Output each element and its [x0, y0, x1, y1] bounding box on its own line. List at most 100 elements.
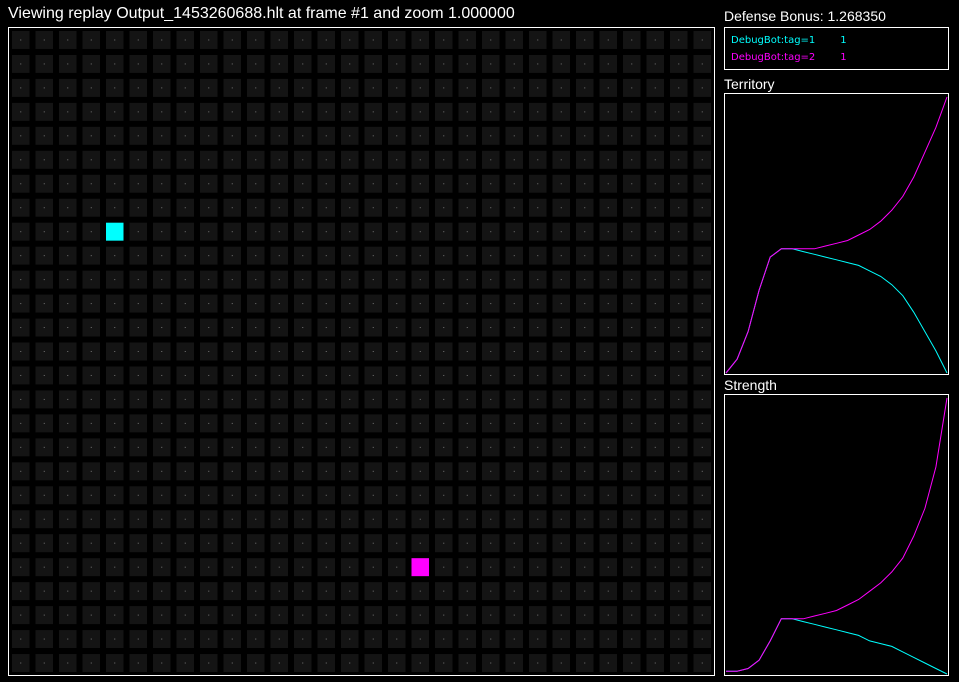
board-cell-dot	[372, 111, 374, 113]
board-cell-dot	[20, 327, 22, 329]
board-cell-dot	[302, 255, 304, 257]
board-cell-dot	[114, 135, 116, 137]
board-cell-dot	[208, 255, 210, 257]
board-cell-dot	[443, 518, 445, 520]
board-cell-dot	[654, 207, 656, 209]
board-cell-dot	[349, 494, 351, 496]
board-cell-dot	[372, 279, 374, 281]
player1-site[interactable]	[106, 222, 124, 241]
board-cell-dot	[466, 518, 468, 520]
board-cell-dot	[325, 183, 327, 185]
board-cell-dot	[90, 351, 92, 352]
board-cell-dot	[231, 590, 233, 592]
board-cell-dot	[325, 63, 327, 65]
board-cell-dot	[302, 566, 304, 568]
board-cell-dot	[490, 590, 492, 592]
board-cell-dot	[372, 183, 374, 185]
board-cell-dot	[137, 255, 139, 257]
game-board[interactable]	[8, 27, 715, 676]
board-cell-dot	[325, 662, 327, 664]
board-cell-dot	[349, 374, 351, 376]
board-cell-dot	[372, 303, 374, 305]
board-cell-dot	[184, 39, 186, 41]
board-cell-dot	[325, 446, 327, 448]
board-cell-dot	[67, 207, 69, 209]
board-cell-dot	[161, 351, 163, 352]
board-cell-dot	[607, 231, 609, 233]
board-cell-dot	[466, 494, 468, 496]
board-cell-dot	[137, 662, 139, 664]
board-cell-dot	[302, 351, 304, 352]
board-cell-dot	[137, 518, 139, 520]
board-cell-dot	[114, 614, 116, 616]
board-cell-dot	[255, 590, 257, 592]
board-cell-dot	[631, 255, 633, 257]
board-cell-dot	[349, 255, 351, 257]
board-cell-dot	[466, 662, 468, 664]
board-cell-dot	[584, 39, 586, 41]
board-cell-dot	[490, 542, 492, 544]
board-cell-dot	[466, 255, 468, 257]
board-cell-dot	[137, 542, 139, 544]
board-cell-dot	[631, 183, 633, 185]
territory-title: Territory	[724, 76, 775, 92]
board-cell-dot	[631, 638, 633, 640]
board-cell-dot	[466, 398, 468, 400]
board-cell-dot	[560, 422, 562, 424]
board-cell-dot	[67, 183, 69, 185]
board-cell-dot	[490, 207, 492, 209]
board-cell-dot	[372, 638, 374, 640]
board-cell-dot	[701, 207, 703, 209]
board-cell-dot	[90, 255, 92, 257]
board-cell-dot	[278, 470, 280, 472]
board-cell-dot	[302, 662, 304, 664]
board-cell-dot	[678, 255, 680, 257]
board-cell-dot	[607, 327, 609, 329]
board-cell-dot	[537, 135, 539, 137]
board-cell-dot	[302, 542, 304, 544]
board-cell-dot	[278, 303, 280, 305]
board-cell-dot	[184, 159, 186, 161]
board-cell-dot	[161, 470, 163, 472]
board-cell-dot	[20, 183, 22, 185]
board-cell-dot	[20, 231, 22, 233]
board-cell-dot	[631, 566, 633, 568]
board-cell-dot	[678, 446, 680, 448]
board-cell-dot	[43, 494, 45, 496]
board-cell-dot	[302, 446, 304, 448]
board-cell-dot	[584, 494, 586, 496]
board-cell-dot	[20, 303, 22, 305]
board-cell-dot	[137, 351, 139, 352]
board-cell-dot	[161, 303, 163, 305]
board-cell-dot	[278, 494, 280, 496]
board-cell-dot	[231, 422, 233, 424]
board-cell-dot	[161, 614, 163, 616]
board-cell-dot	[443, 255, 445, 257]
board-cell-dot	[443, 614, 445, 616]
board-cell-dot	[678, 135, 680, 137]
board-cell-dot	[90, 542, 92, 544]
board-cell-dot	[466, 327, 468, 329]
board-cell-dot	[302, 398, 304, 400]
board-cell-dot	[114, 87, 116, 89]
board-cell-dot	[325, 614, 327, 616]
board-cell-dot	[43, 87, 45, 89]
board-cell-dot	[184, 63, 186, 65]
board-cell-dot	[231, 351, 233, 352]
board-cell-dot	[90, 614, 92, 616]
board-cell-dot	[701, 518, 703, 520]
board-cell-dot	[560, 159, 562, 161]
board-cell-dot	[20, 87, 22, 89]
board-cell-dot	[90, 638, 92, 640]
board-cell-dot	[161, 255, 163, 257]
board-cell-dot	[490, 327, 492, 329]
board-cell-dot	[513, 614, 515, 616]
board-cell-dot	[584, 159, 586, 161]
board-cell-dot	[255, 183, 257, 185]
board-cell-dot	[443, 566, 445, 568]
board-cell-dot	[584, 542, 586, 544]
board-cell-dot	[443, 398, 445, 400]
board-cell-dot	[419, 422, 421, 424]
player2-site[interactable]	[411, 558, 430, 577]
board-cell-dot	[114, 638, 116, 640]
